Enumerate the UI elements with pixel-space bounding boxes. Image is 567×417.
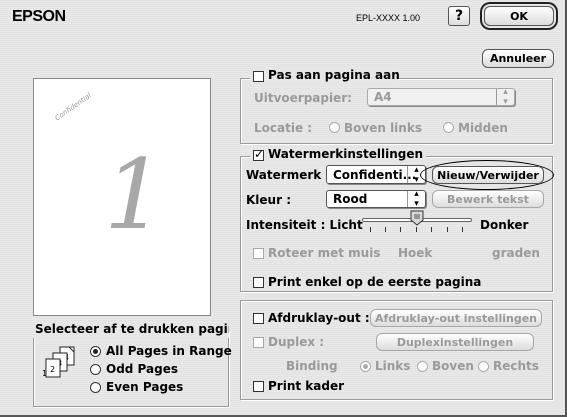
slider-tick	[416, 227, 417, 232]
intensity-label: Intensiteit : Licht	[246, 218, 363, 232]
binding-label: Binding	[286, 359, 338, 373]
preview-page-number: 1	[104, 139, 166, 251]
slider-tick	[385, 227, 386, 232]
page-select-title: Selecteer af te drukken pagina	[35, 322, 229, 336]
watermark-legend: Watermerkinstellingen	[250, 147, 426, 163]
svg-text:1: 1	[42, 369, 47, 378]
rotate-mouse-checkbox[interactable]	[253, 248, 264, 259]
angle-label: Hoek	[398, 246, 433, 260]
cancel-button[interactable]: Annuleer	[482, 49, 554, 68]
print-layout-settings-button[interactable]: Afdruklay-out instellingen	[370, 309, 542, 327]
fit-page-checkbox[interactable]	[253, 71, 264, 82]
odd-pages-label: Odd Pages	[106, 362, 178, 376]
degrees-label: graden	[492, 246, 540, 260]
color-select[interactable]: Rood ▴ ▾	[326, 189, 426, 209]
edit-text-button[interactable]: Bewerk tekst	[432, 190, 544, 208]
output-paper-label: Uitvoerpapier:	[254, 91, 352, 105]
color-label: Kleur :	[246, 193, 291, 207]
all-pages-radio[interactable]	[90, 346, 101, 357]
page-select-legend: Selecteer af te drukken pagina	[33, 322, 229, 338]
watermark-label: Watermerk :	[246, 168, 331, 182]
intensity-dark-label: Donker	[480, 218, 529, 232]
new-delete-button[interactable]: Nieuw/Verwijder	[432, 166, 544, 184]
binding-right-label: Rechts	[493, 359, 539, 373]
odd-pages-radio[interactable]	[90, 364, 101, 375]
fit-page-label: Pas aan pagina aan	[268, 68, 400, 82]
binding-top-label: Boven	[432, 359, 474, 373]
print-dialog-window: EPSON EPL-XXXX 1.00 ? OK Annuleer Confid…	[0, 0, 567, 417]
updown-arrows-icon: ▴ ▾	[496, 87, 514, 107]
output-paper-select[interactable]: A4 ▴ ▾	[367, 87, 515, 107]
updown-arrows-icon: ▴ ▾	[407, 189, 425, 209]
preview-watermark: Confidential	[53, 91, 93, 123]
epson-logo: EPSON	[12, 8, 66, 25]
help-button[interactable]: ?	[448, 6, 470, 26]
print-layout-checkbox[interactable]	[253, 313, 264, 324]
slider-thumb-icon[interactable]	[410, 210, 424, 226]
rotate-mouse-label: Roteer met muis	[268, 246, 381, 260]
watermark-select[interactable]: Confidenti... ▴ ▾	[326, 165, 426, 185]
slider-tick	[447, 227, 448, 232]
first-page-only-label: Print enkel op de eerste pagina	[268, 275, 482, 289]
print-frame-checkbox[interactable]	[253, 381, 264, 392]
page-preview: Confidential 1	[33, 78, 211, 316]
slider-tick	[370, 227, 371, 232]
watermark-value: Confidenti...	[333, 167, 417, 182]
all-pages-label: All Pages in Range	[106, 344, 232, 358]
watermark-group-label: Watermerkinstellingen	[268, 147, 424, 161]
duplex-checkbox[interactable]	[253, 337, 264, 348]
even-pages-radio[interactable]	[90, 382, 101, 393]
print-frame-label: Print kader	[268, 379, 345, 393]
binding-left-radio[interactable]	[360, 361, 371, 372]
color-value: Rood	[333, 192, 368, 206]
location-center-radio[interactable]	[443, 122, 454, 133]
duplex-settings-button[interactable]: Duplexinstellingen	[376, 333, 534, 351]
slider-tick	[462, 227, 463, 232]
slider-tick	[400, 227, 401, 232]
print-layout-label: Afdruklay-out :	[268, 311, 370, 325]
even-pages-label: Even Pages	[106, 380, 184, 394]
location-label: Locatie :	[254, 121, 313, 135]
svg-text:2: 2	[50, 365, 55, 374]
location-top-left-label: Boven links	[344, 121, 422, 135]
binding-right-radio[interactable]	[478, 361, 489, 372]
slider-tick	[431, 227, 432, 232]
output-paper-value: A4	[374, 90, 392, 104]
location-center-label: Midden	[458, 121, 508, 135]
ok-button[interactable]: OK	[484, 6, 554, 26]
watermark-checkbox[interactable]	[253, 147, 264, 161]
first-page-only-checkbox[interactable]	[253, 277, 264, 288]
fit-page-legend: Pas aan pagina aan	[250, 68, 400, 84]
binding-top-radio[interactable]	[417, 361, 428, 372]
pages-stack-icon: 4 3 2 1	[42, 346, 75, 378]
duplex-label: Duplex :	[268, 335, 325, 349]
location-top-left-radio[interactable]	[329, 122, 340, 133]
model-version-text: EPL-XXXX 1.00	[356, 13, 421, 23]
binding-left-label: Links	[375, 359, 411, 373]
